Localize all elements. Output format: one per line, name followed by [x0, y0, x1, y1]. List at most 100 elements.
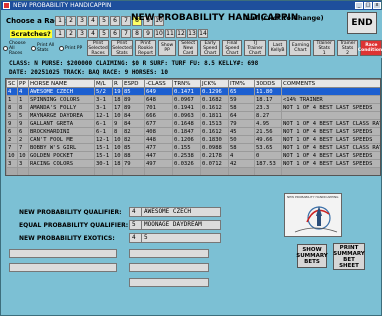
column-header-4[interactable]: R — [112, 79, 123, 88]
table-row[interactable]: 10 10 GOLDEN POCKET 15-1 10 88 447 0.2538 0.2178… — [6, 151, 380, 160]
maximize-button[interactable]: □ — [364, 2, 372, 9]
scratch-button-8[interactable]: 8 — [132, 29, 142, 38]
table-row[interactable]: 6 6 BROCKHARDINI 6-1 8 82 408 0.1847 0.1612 45 21.… — [6, 127, 380, 136]
table-cell: AWESOME CZECH — [28, 87, 95, 96]
scratch-button-2[interactable]: 2 — [66, 29, 76, 38]
toolbar-option-0[interactable]: Choose All Races — [3, 41, 29, 56]
output-box-3 — [129, 278, 209, 287]
print-summary-bet-sheet-button[interactable]: PRINT SUMMARY BET SHEET — [333, 243, 365, 270]
toolbar-button-0[interactable]: Print Selected Races — [87, 40, 109, 56]
table-cell: 0.2178 — [200, 151, 229, 160]
close-button[interactable]: x — [373, 2, 381, 9]
table-row[interactable]: 4 4 AWESOME CZECH 5/2 19 85 649 0.1471 0.1296 65 1… — [6, 87, 380, 96]
turf-toggle-link[interactable]: Turf (Click to Change) — [244, 14, 324, 22]
table-cell — [29, 176, 95, 177]
table-cell — [282, 176, 382, 177]
scratch-button-13[interactable]: 13 — [187, 29, 197, 38]
column-header-7[interactable]: TRN% — [172, 79, 201, 88]
table-cell: 10 — [112, 111, 123, 120]
race-button-2[interactable]: 2 — [66, 16, 76, 26]
minimize-button[interactable]: _ — [355, 2, 363, 9]
table-cell: 1 — [6, 95, 18, 104]
race-button-3[interactable]: 3 — [77, 16, 87, 26]
window-title: NEW PROBABILITY HANDICAPPIN — [13, 2, 112, 9]
toolbar-button-10[interactable]: Trainer Stats 1 — [313, 40, 335, 56]
column-header-3[interactable]: M/L — [94, 79, 113, 88]
radio-icon[interactable] — [3, 45, 8, 51]
table-cell: 30-1 — [94, 159, 113, 168]
radio-icon[interactable] — [59, 45, 64, 51]
race-button-7[interactable]: 7 — [121, 16, 131, 26]
toolbar-button-5[interactable]: Early Speed Chart — [200, 40, 221, 56]
scratch-button-7[interactable]: 7 — [121, 29, 131, 38]
toolbar-button-3[interactable]: Show PP — [158, 40, 177, 56]
table-cell — [95, 176, 113, 177]
scratch-button-10[interactable]: 10 — [154, 29, 164, 38]
table-row[interactable]: 1 1 SPINNING COLORS 3-1 18 89 648 0.0967 0.1682 5… — [6, 95, 380, 104]
table-cell — [145, 176, 173, 177]
table-row[interactable]: 2 2 CAN'T FOOL ME 12-1 10 82 448 0.1206 0.1830 50… — [6, 135, 380, 144]
toolbar-button-8[interactable]: Last KellyB — [267, 40, 288, 56]
toolbar-button-4[interactable]: Select New Card — [178, 40, 199, 56]
table-cell: 0.1682 — [200, 95, 229, 104]
scratch-button-12[interactable]: 12 — [176, 29, 186, 38]
toolbar-option-2[interactable]: Print PP — [59, 45, 85, 51]
table-cell: 45 — [228, 127, 255, 136]
table-row[interactable]: 9 9 GALLANT GRETA 6-1 9 84 677 0.1648 0.1513 79 4.… — [6, 119, 380, 128]
column-header-10[interactable]: 30DDS — [254, 79, 282, 88]
table-row[interactable]: 3 3 RACING COLORS 30-1 18 79 497 0.0326 0.0712 42… — [6, 159, 380, 168]
table-cell: 53.65 — [254, 143, 282, 152]
column-header-2[interactable]: HORSE NAME — [28, 79, 95, 88]
scratch-button-6[interactable]: 6 — [110, 29, 120, 38]
table-row[interactable]: 5 5 MAYNARGE DAYDREA 12-1 10 84 666 0.0963 0.181… — [6, 111, 380, 120]
table-cell — [18, 176, 29, 177]
table-cell: 79 — [122, 159, 145, 168]
scratch-button-5[interactable]: 5 — [99, 29, 109, 38]
column-header-1[interactable]: PP — [17, 79, 29, 88]
toolbar-button-2[interactable]: Print Rookie Report — [135, 40, 157, 56]
column-header-0[interactable]: SC — [6, 79, 18, 88]
show-summary-bets-button[interactable]: SHOW SUMMARY BETS — [296, 244, 328, 268]
table-cell: 4.95 — [254, 119, 282, 128]
table-cell: 666 — [144, 111, 173, 120]
table-cell: 10 — [17, 151, 29, 160]
toolbar-button-9[interactable]: Earning Chart — [289, 40, 312, 56]
table-row[interactable]: 7 7 BOBBY W'S GIRL 15-1 10 85 477 0.155 0.0988 58… — [6, 143, 380, 152]
scratch-button-1[interactable]: 1 — [55, 29, 65, 38]
table-cell: 0.1296 — [200, 87, 229, 96]
scratch-button-9[interactable]: 9 — [143, 29, 153, 38]
scratch-button-14[interactable]: 14 — [198, 29, 208, 38]
table-cell: 89 — [122, 103, 145, 112]
toolbar-button-11[interactable]: Trainer Stats 2 — [336, 40, 359, 56]
toolbar-option-1[interactable]: Print All Stats — [31, 43, 57, 53]
equal-qualifier-name: MOONAGE DAYDREAM — [141, 220, 221, 230]
scratch-button-11[interactable]: 11 — [165, 29, 175, 38]
toolbar-button-12[interactable]: Race Conditions — [358, 40, 382, 56]
column-header-8[interactable]: JCK% — [200, 79, 229, 88]
table-cell: 0.1612 — [200, 127, 229, 136]
table-cell: 84 — [122, 111, 145, 120]
table-cell: 49.66 — [254, 135, 282, 144]
table-cell: 59 — [228, 95, 255, 104]
table-row[interactable]: 8 8 AMANDA'S FOLLY 3-1 17 89 701 0.1941 0.1612 58… — [6, 103, 380, 112]
race-info-bar: CLASS: N PURSE: $200000 CLAIMING: $0 R S… — [3, 58, 381, 79]
toolbar-button-1[interactable]: Print Selected Stats — [111, 40, 133, 56]
toolbar-button-6[interactable]: Final Speed Chart — [222, 40, 243, 56]
table-cell: 0.1612 — [200, 103, 229, 112]
column-header-9[interactable]: ITM% — [228, 79, 255, 88]
column-header-6[interactable]: -CLASS — [144, 79, 173, 88]
scratch-button-3[interactable]: 3 — [77, 29, 87, 38]
end-button[interactable]: END — [347, 12, 377, 34]
column-header-5[interactable]: ESPD — [122, 79, 145, 88]
column-header-11[interactable]: COMMENTS — [281, 79, 380, 88]
race-button-6[interactable]: 6 — [110, 16, 120, 26]
table-cell: 88 — [122, 151, 145, 160]
table-cell: MAYNARGE DAYDREA — [28, 111, 95, 120]
race-button-4[interactable]: 4 — [88, 16, 98, 26]
table-cell: 64 — [228, 111, 255, 120]
race-button-5[interactable]: 5 — [99, 16, 109, 26]
scratch-button-4[interactable]: 4 — [88, 29, 98, 38]
toolbar-button-7[interactable]: TJ Trainer Chart — [244, 40, 266, 56]
race-button-1[interactable]: 1 — [55, 16, 65, 26]
radio-icon[interactable] — [31, 45, 36, 51]
